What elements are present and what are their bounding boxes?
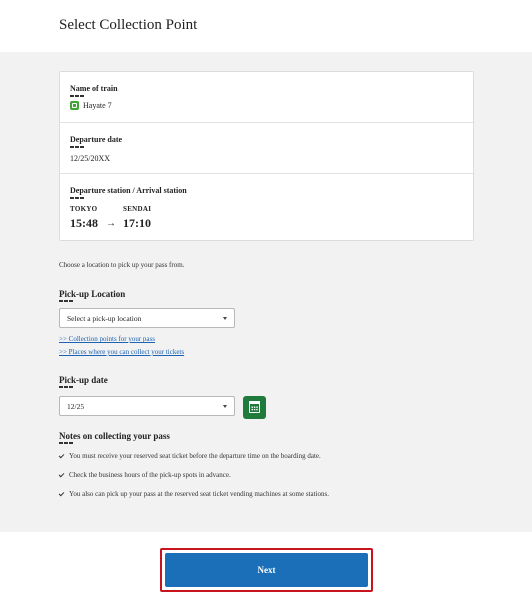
pickup-date-selected: 12/25 [67,401,85,411]
note-item: You also can pick up your pass at the re… [58,490,329,498]
chevron-down-icon [223,317,227,320]
note-item: You must receive your reserved seat tick… [58,452,321,460]
label-underline [59,386,74,389]
stations-label: Departure station / Arrival station [70,186,187,195]
train-name-row: Hayate 7 [70,101,112,110]
label-underline [70,146,85,149]
chevron-down-icon [223,405,227,408]
arrival-station: SENDAI [123,205,152,213]
pickup-location-selected: Select a pick-up location [67,313,142,323]
train-name-label: Name of train [70,84,118,93]
arrow-right-icon: → [106,218,116,229]
label-underline [59,442,74,445]
pickup-date-label: Pick-up date [59,375,108,385]
pickup-location-select[interactable]: Select a pick-up location [59,308,235,328]
train-info-card: Name of train Hayate 7 Departure date 12… [59,71,474,241]
train-name-section: Name of train Hayate 7 [60,72,473,123]
train-name-value: Hayate 7 [83,101,112,110]
pickup-location-label: Pick-up Location [59,289,126,299]
intro-text: Choose a location to pick up your pass f… [59,261,185,269]
label-underline [70,95,85,98]
stations-section: Departure station / Arrival station TOKY… [60,174,473,242]
departure-station: TOKYO [70,205,98,213]
note-item: Check the business hours of the pick-up … [58,471,231,479]
notes-title: Notes on collecting your pass [59,431,170,441]
calendar-button[interactable] [243,396,266,419]
collect-tickets-places-link[interactable]: >> Places where you can collect your tic… [59,348,184,356]
next-button[interactable]: Next [165,553,368,587]
check-icon [58,490,65,496]
pickup-date-select[interactable]: 12/25 [59,396,235,416]
header: Select Collection Point [0,0,532,52]
departure-date-section: Departure date 12/25/20XX [60,123,473,174]
label-underline [70,197,85,200]
departure-time: 15:48 [70,216,98,230]
departure-date-value: 12/25/20XX [70,154,110,163]
departure-date-label: Departure date [70,135,123,144]
check-icon [58,471,65,477]
page-title: Select Collection Point [59,17,198,33]
collection-points-link[interactable]: >> Collection points for your pass [59,335,155,343]
check-icon [58,452,65,458]
train-icon [70,101,79,110]
arrival-time: 17:10 [123,216,151,230]
label-underline [59,300,74,303]
